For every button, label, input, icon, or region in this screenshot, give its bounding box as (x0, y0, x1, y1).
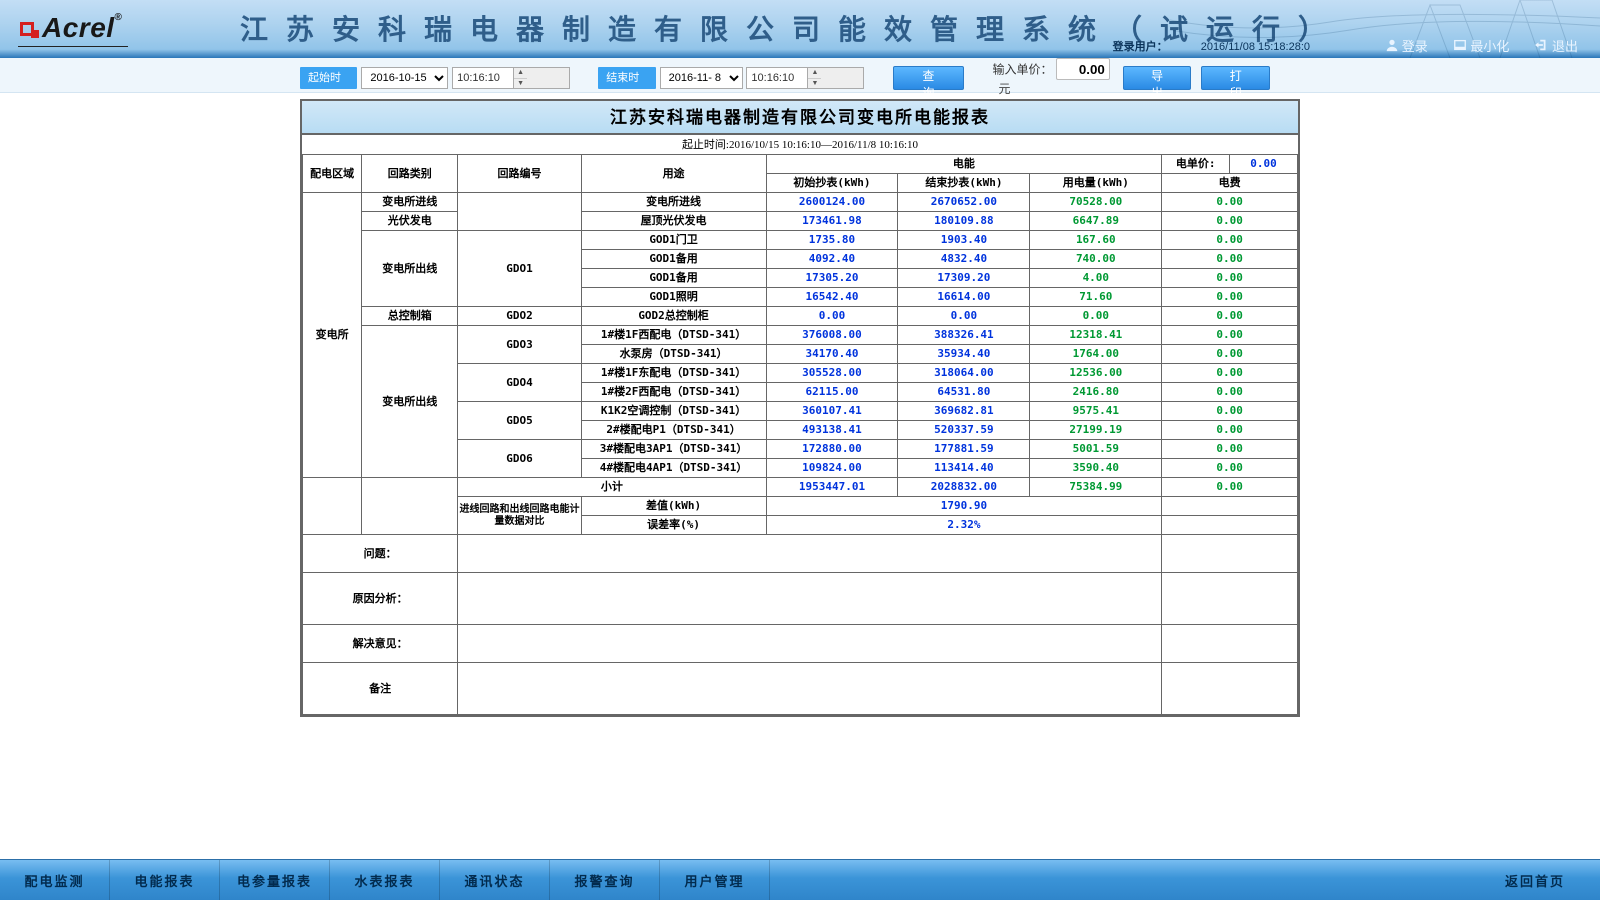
nav-param-report[interactable]: 电参量报表 (220, 860, 330, 900)
subtotal-usage: 75384.99 (1030, 478, 1162, 497)
clock: 2016/11/08 15:18:28:0 (1201, 41, 1310, 53)
subtotal-row: 小计 1953447.01 2028832.00 75384.99 0.00 (303, 478, 1298, 497)
note-reason: 原因分析： (303, 573, 1298, 625)
end-date-select[interactable]: 2016-11- 8 (660, 67, 743, 89)
app-header: Acrel® 江苏安科瑞电器制造有限公司能效管理系统（试运行） 登录用户： 20… (0, 0, 1600, 58)
unit-price-label: 输入单价： (992, 63, 1052, 77)
login-button[interactable]: 登录 (1385, 36, 1428, 55)
cmp-diff-label: 差值(kWh) (581, 497, 766, 516)
nav-alarm-query[interactable]: 报警查询 (550, 860, 660, 900)
subtotal-begin: 1953447.01 (766, 478, 898, 497)
spinner-down-icon[interactable]: ▼ (808, 78, 821, 88)
brand-mark-icon (20, 22, 39, 38)
nav-user-mgmt[interactable]: 用户管理 (660, 860, 770, 900)
report-title: 江苏安科瑞电器制造有限公司变电所电能报表 (302, 101, 1298, 135)
cmp-diff-val: 1790.90 (766, 497, 1162, 516)
spinner-up-icon[interactable]: ▲ (514, 68, 527, 78)
query-button[interactable]: 查 询 (893, 66, 965, 90)
nav-monitoring[interactable]: 配电监测 (0, 860, 110, 900)
print-button[interactable]: 打 印 (1201, 66, 1270, 90)
col-area: 配电区域 (303, 155, 362, 193)
subtotal-end: 2028832.00 (898, 478, 1030, 497)
table-row: 变电所出线GDO1GOD1门卫1735.801903.40167.600.00 (303, 231, 1298, 250)
exit-icon (1535, 38, 1549, 52)
note-question: 问题： (303, 535, 1298, 573)
table-row: 变电所变电所进线变电所进线2600124.002670652.0070528.0… (303, 193, 1298, 212)
end-time-spinner[interactable]: 10:16:10▲▼ (746, 67, 864, 89)
col-end: 结束抄表(kWh) (898, 174, 1030, 193)
start-date-select[interactable]: 2016-10-15 (361, 67, 448, 89)
end-time-tag: 结束时间 (598, 67, 655, 89)
user-label: 登录用户： (1113, 41, 1168, 53)
report-subtitle: 起止时间:2016/10/15 10:16:10—2016/11/8 10:16… (302, 135, 1298, 155)
export-button[interactable]: 导 出 (1123, 66, 1192, 90)
col-begin: 初始抄表(kWh) (766, 174, 898, 193)
cmp-err-val: 2.32% (766, 516, 1162, 535)
note-remark: 备注 (303, 663, 1298, 715)
minimize-icon (1453, 38, 1467, 52)
cmp-err-label: 误差率(%) (581, 516, 766, 535)
query-toolbar: 起始时间 2016-10-15 10:16:10▲▼ 结束时间 2016-11-… (0, 58, 1600, 93)
energy-report: 江苏安科瑞电器制造有限公司变电所电能报表 起止时间:2016/10/15 10:… (300, 99, 1300, 717)
note-solve: 解决意见： (303, 625, 1298, 663)
col-use: 用途 (581, 155, 766, 193)
header-info: 登录用户： 2016/11/08 15:18:28:0 (1113, 38, 1340, 54)
col-cat: 回路类别 (362, 155, 458, 193)
spinner-down-icon[interactable]: ▼ (514, 78, 527, 88)
nav-energy-report[interactable]: 电能报表 (110, 860, 220, 900)
start-time-tag: 起始时间 (300, 67, 357, 89)
col-energy: 电能 (766, 155, 1162, 174)
subtotal-label: 小计 (458, 478, 766, 497)
col-price-val: 0.00 (1230, 155, 1298, 174)
col-price-label: 电单价: (1162, 155, 1230, 174)
nav-home[interactable]: 返回首页 (1470, 860, 1600, 900)
table-row: 总控制箱GDO2GOD2总控制柜0.000.000.000.00 (303, 307, 1298, 326)
col-usage: 用电量(kWh) (1030, 174, 1162, 193)
table-row: 变电所出线GDO31#楼1F西配电（DTSD-341）376008.003883… (303, 326, 1298, 345)
report-table: 配电区域 回路类别 回路编号 用途 电能 电单价: 0.00 初始抄表(kWh)… (302, 155, 1298, 715)
col-fee: 电费 (1162, 174, 1298, 193)
minimize-button[interactable]: 最小化 (1453, 36, 1509, 55)
footer-nav: 配电监测 电能报表 电参量报表 水表报表 通讯状态 报警查询 用户管理 返回首页 (0, 859, 1600, 900)
nav-water-report[interactable]: 水表报表 (330, 860, 440, 900)
report-scroll[interactable]: 江苏安科瑞电器制造有限公司变电所电能报表 起止时间:2016/10/15 10:… (300, 93, 1300, 830)
spinner-up-icon[interactable]: ▲ (808, 68, 821, 78)
col-no: 回路编号 (458, 155, 581, 193)
nav-comm-status[interactable]: 通讯状态 (440, 860, 550, 900)
start-time-spinner[interactable]: 10:16:10▲▼ (452, 67, 570, 89)
table-row: 光伏发电屋顶光伏发电173461.98180109.886647.890.00 (303, 212, 1298, 231)
cmp-label: 进线回路和出线回路电能计量数据对比 (458, 497, 581, 535)
exit-button[interactable]: 退出 (1535, 36, 1578, 55)
subtotal-fee: 0.00 (1162, 478, 1298, 497)
header-controls: 登录 最小化 退出 (1363, 36, 1578, 56)
unit-price-input[interactable] (1056, 58, 1110, 80)
brand-text: Acrel (42, 12, 115, 43)
unit-price: 输入单价： 元 (992, 58, 1122, 97)
brand-logo: Acrel® (18, 12, 128, 47)
user-icon (1385, 38, 1399, 52)
